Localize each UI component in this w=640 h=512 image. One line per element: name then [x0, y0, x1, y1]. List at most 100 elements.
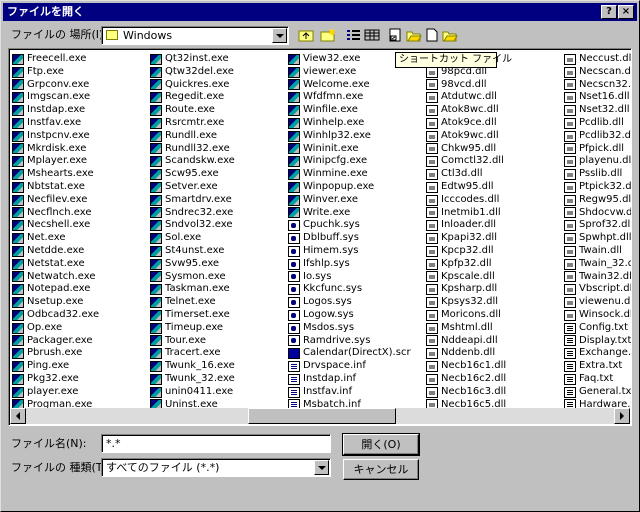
file-item[interactable]: Display.txt: [564, 335, 631, 348]
file-item[interactable]: Notepad.exe: [12, 283, 99, 296]
file-item[interactable]: Nset32.dll: [564, 104, 631, 117]
file-item[interactable]: Netdde.exe: [12, 245, 99, 258]
horizontal-scrollbar[interactable]: [10, 408, 630, 424]
file-item[interactable]: Kkcfunc.sys: [288, 283, 411, 296]
file-item[interactable]: Scandskw.exe: [150, 155, 235, 168]
file-item[interactable]: Config.txt: [564, 322, 631, 335]
file-item[interactable]: Qtw32del.exe: [150, 66, 235, 79]
file-item[interactable]: Instfav.inf: [288, 386, 411, 399]
file-item[interactable]: Pbrush.exe: [12, 347, 99, 360]
filetype-dropdown[interactable]: すべてのファイル (*.*): [101, 458, 331, 477]
file-item[interactable]: Nddenb.dll: [426, 347, 506, 360]
file-item[interactable]: Instpcnv.exe: [12, 130, 99, 143]
file-item[interactable]: Wininit.exe: [288, 143, 411, 156]
file-item[interactable]: Mplayer.exe: [12, 155, 99, 168]
file-item[interactable]: Chkw95.dll: [426, 143, 506, 156]
file-item[interactable]: Ptpick32.dll: [564, 181, 631, 194]
file-item[interactable]: Winhlp32.exe: [288, 130, 411, 143]
file-item[interactable]: Psslib.dll: [564, 168, 631, 181]
title-bar[interactable]: ファイルを開く ? ×: [3, 3, 637, 21]
file-item[interactable]: Mshearts.exe: [12, 168, 99, 181]
file-item[interactable]: Drvspace.inf: [288, 360, 411, 373]
file-item[interactable]: Netstat.exe: [12, 258, 99, 271]
file-item[interactable]: Net.exe: [12, 232, 99, 245]
file-item[interactable]: Nsetup.exe: [12, 296, 99, 309]
file-item[interactable]: Sndvol32.exe: [150, 219, 235, 232]
file-item[interactable]: Winipcfg.exe: [288, 155, 411, 168]
file-item[interactable]: Twain_32.dll: [564, 258, 631, 271]
file-item[interactable]: Scw95.exe: [150, 168, 235, 181]
file-item[interactable]: Twunk_16.exe: [150, 360, 235, 373]
file-item[interactable]: Shdocvw.dll: [564, 207, 631, 220]
file-item[interactable]: Imgscan.exe: [12, 91, 99, 104]
file-item[interactable]: Winhelp.exe: [288, 117, 411, 130]
file-item[interactable]: Timeup.exe: [150, 322, 235, 335]
open-button[interactable]: 開く(O): [342, 433, 420, 456]
browse-folder-button[interactable]: [441, 26, 459, 44]
file-item[interactable]: Freecell.exe: [12, 53, 99, 66]
file-item[interactable]: Timerset.exe: [150, 309, 235, 322]
new-folder-button[interactable]: [319, 26, 337, 44]
file-item[interactable]: Winver.exe: [288, 194, 411, 207]
file-item[interactable]: unin0411.exe: [150, 386, 235, 399]
file-item[interactable]: Vbscript.dll: [564, 283, 631, 296]
file-item[interactable]: Pcdlib32.dll: [564, 130, 631, 143]
file-item[interactable]: Logow.sys: [288, 309, 411, 322]
file-item[interactable]: Pkg32.exe: [12, 373, 99, 386]
file-item[interactable]: Atok9wc.dll: [426, 130, 506, 143]
file-item[interactable]: Inetmib1.dll: [426, 207, 506, 220]
file-item[interactable]: Twunk_32.exe: [150, 373, 235, 386]
file-item[interactable]: Moricons.dll: [426, 309, 506, 322]
file-item[interactable]: Faq.txt: [564, 373, 631, 386]
file-item[interactable]: Logos.sys: [288, 296, 411, 309]
file-list[interactable]: Freecell.exe Ftp.exe Grpconv.exe Imgscan.ex…: [8, 48, 632, 426]
file-item[interactable]: View32.exe: [288, 53, 411, 66]
file-item[interactable]: Ctl3d.dll: [426, 168, 506, 181]
file-item[interactable]: Pfpick.dll: [564, 143, 631, 156]
cancel-button[interactable]: キャンセル: [343, 459, 419, 480]
file-item[interactable]: Kpscale.dll: [426, 271, 506, 284]
file-item[interactable]: Atok9ce.dll: [426, 117, 506, 130]
file-item[interactable]: Regw95.dll: [564, 194, 631, 207]
file-item[interactable]: Wfdfmn.exe: [288, 91, 411, 104]
file-item[interactable]: Winfile.exe: [288, 104, 411, 117]
file-item[interactable]: Cpuchk.sys: [288, 219, 411, 232]
file-item[interactable]: Ramdrive.sys: [288, 335, 411, 348]
location-dropdown[interactable]: Windows: [101, 26, 289, 45]
file-item[interactable]: Packager.exe: [12, 335, 99, 348]
file-item[interactable]: Nbtstat.exe: [12, 181, 99, 194]
file-item[interactable]: Neccust.dll: [564, 53, 631, 66]
file-item[interactable]: Write.exe: [288, 207, 411, 220]
file-item[interactable]: Winpopup.exe: [288, 181, 411, 194]
file-item[interactable]: Setver.exe: [150, 181, 235, 194]
file-item[interactable]: Exchange.txt: [564, 347, 631, 360]
file-item[interactable]: Instdap.inf: [288, 373, 411, 386]
open-folder-button[interactable]: [405, 26, 423, 44]
file-item[interactable]: Tour.exe: [150, 335, 235, 348]
shortcut-button[interactable]: [387, 26, 405, 44]
file-item[interactable]: Regedit.exe: [150, 91, 235, 104]
file-item[interactable]: Twain.dll: [564, 245, 631, 258]
scroll-right-button[interactable]: [614, 408, 630, 424]
file-item[interactable]: Sprof32.dll: [564, 219, 631, 232]
scroll-left-button[interactable]: [10, 408, 26, 424]
file-item[interactable]: Welcome.exe: [288, 79, 411, 92]
file-item[interactable]: Sndrec32.exe: [150, 207, 235, 220]
file-item[interactable]: Kpcp32.dll: [426, 245, 506, 258]
file-item[interactable]: Spwhpt.dll: [564, 232, 631, 245]
file-item[interactable]: Inloader.dll: [426, 219, 506, 232]
file-item[interactable]: Mkrdisk.exe: [12, 143, 99, 156]
file-item[interactable]: Necscan.dll: [564, 66, 631, 79]
file-item[interactable]: Odbcad32.exe: [12, 309, 99, 322]
file-item[interactable]: Telnet.exe: [150, 296, 235, 309]
file-item[interactable]: Op.exe: [12, 322, 99, 335]
new-file-button[interactable]: [423, 26, 441, 44]
file-item[interactable]: Smartdrv.exe: [150, 194, 235, 207]
file-item[interactable]: Winmine.exe: [288, 168, 411, 181]
file-item[interactable]: Ftp.exe: [12, 66, 99, 79]
file-item[interactable]: Necb16c3.dll: [426, 386, 506, 399]
file-item[interactable]: Necb16c2.dll: [426, 373, 506, 386]
file-item[interactable]: Tracert.exe: [150, 347, 235, 360]
file-item[interactable]: Necscn32.dll: [564, 79, 631, 92]
file-item[interactable]: Kpfp32.dll: [426, 258, 506, 271]
